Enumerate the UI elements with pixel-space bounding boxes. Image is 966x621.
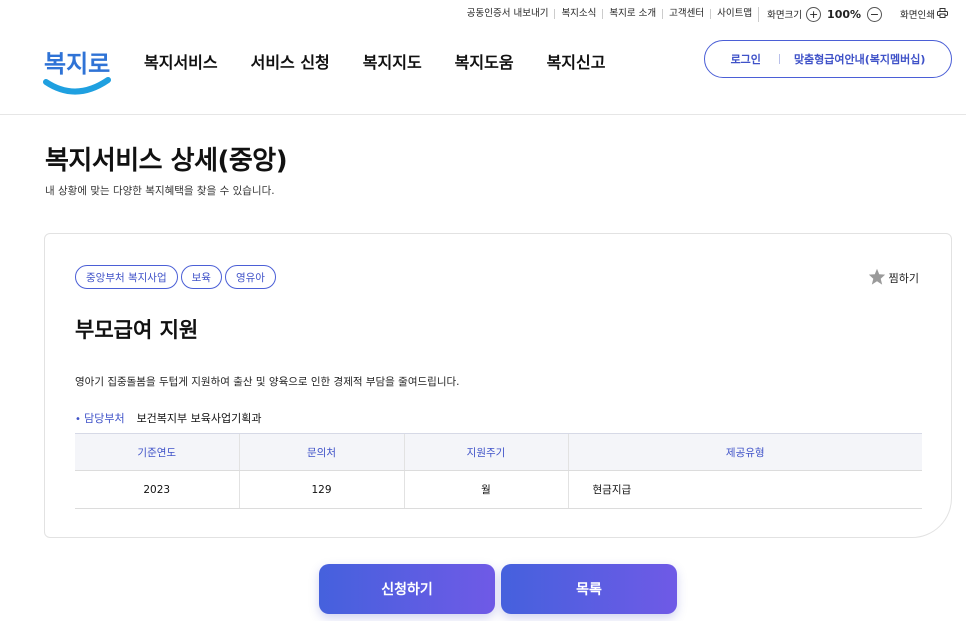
favorite-button[interactable]: 찜하기: [868, 268, 919, 288]
zoom-out-button[interactable]: −: [867, 6, 883, 22]
table-cell: 129: [238, 470, 404, 509]
nav-welfare-map[interactable]: 복지지도: [363, 49, 422, 73]
printer-icon: [937, 7, 948, 21]
table-header-cell: 기준연도: [75, 433, 239, 471]
main-nav: 복지서비스 서비스 신청 복지지도 복지도움 복지신고: [144, 49, 638, 73]
nav-welfare-help[interactable]: 복지도움: [455, 49, 514, 73]
util-link-cert-export[interactable]: 공동인증서 내보내기: [461, 9, 555, 19]
table-header-cell: 제공유형: [567, 433, 922, 471]
tag-item[interactable]: 중앙부처 복지사업: [75, 265, 178, 289]
table-header-cell: 지원주기: [403, 433, 568, 471]
service-card: 중앙부처 복지사업 보육 영유아 찜하기 부모급여 지원 영아기 집중돌봄을 두…: [44, 233, 952, 538]
service-title: 부모급여 지원: [75, 318, 199, 342]
membership-link[interactable]: 맞춤형급여안내(복지멤버십): [794, 51, 926, 67]
print-button[interactable]: 화면인쇄: [890, 7, 948, 21]
apply-button[interactable]: 신청하기: [319, 564, 495, 614]
site-header: 복지로 복지서비스 서비스 신청 복지지도 복지도움 복지신고 로그인 맞춤형급…: [0, 24, 966, 115]
nav-welfare-report[interactable]: 복지신고: [547, 49, 606, 73]
department-info: 담당부처 보건복지부 보육사업기획과: [75, 410, 262, 426]
site-logo[interactable]: 복지로: [42, 38, 114, 100]
login-link[interactable]: 로그인: [731, 51, 761, 67]
nav-welfare-services[interactable]: 복지서비스: [144, 49, 218, 73]
action-buttons: 신청하기 목록: [319, 564, 683, 614]
util-link-news[interactable]: 복지소식: [554, 9, 602, 19]
utility-bar: 공동인증서 내보내기 복지소식 복지로 소개 고객센터 사이트맵 화면크기 + …: [461, 6, 948, 22]
logo-text: 복지로: [44, 50, 110, 78]
table-header-row: 기준연도 문의처 지원주기 제공유형: [75, 433, 922, 471]
table-cell: 월: [403, 470, 568, 509]
print-label: 화면인쇄: [900, 10, 935, 21]
department-value: 보건복지부 보육사업기획과: [136, 412, 262, 425]
divider: [778, 54, 780, 64]
table-row: 2023 129 월 현금지급: [75, 470, 922, 509]
zoom-value: 100%: [827, 7, 862, 21]
table-header-cell: 문의처: [238, 433, 404, 471]
util-link-customer-center[interactable]: 고객센터: [662, 9, 710, 19]
tag-item[interactable]: 보육: [180, 265, 222, 289]
util-link-sitemap[interactable]: 사이트맵: [710, 9, 758, 19]
service-description: 영아기 집중돌봄을 두텁게 지원하여 출산 및 양육으로 인한 경제적 부담을 …: [75, 376, 460, 388]
zoom-in-button[interactable]: +: [806, 6, 822, 22]
zoom-control: 화면크기 + 100% −: [758, 6, 890, 22]
list-button[interactable]: 목록: [501, 564, 677, 614]
tag-item[interactable]: 영유아: [224, 265, 276, 289]
favorite-label: 찜하기: [888, 272, 919, 285]
table-cell: 현금지급: [567, 470, 922, 509]
page-description: 내 상황에 맞는 다양한 복지혜택을 찾을 수 있습니다.: [45, 185, 275, 197]
zoom-label: 화면크기: [767, 10, 803, 21]
tag-list: 중앙부처 복지사업 보육 영유아: [75, 265, 279, 289]
department-label: 담당부처: [75, 410, 124, 426]
nav-service-apply[interactable]: 서비스 신청: [251, 49, 330, 73]
util-link-about[interactable]: 복지로 소개: [602, 9, 662, 19]
page-title: 복지서비스 상세(중앙): [45, 146, 288, 176]
service-info-table: 기준연도 문의처 지원주기 제공유형 2023 129 월 현금지급: [75, 433, 922, 509]
star-icon: [868, 268, 889, 288]
table-cell: 2023: [75, 470, 239, 509]
login-box: 로그인 맞춤형급여안내(복지멤버십): [704, 40, 952, 78]
